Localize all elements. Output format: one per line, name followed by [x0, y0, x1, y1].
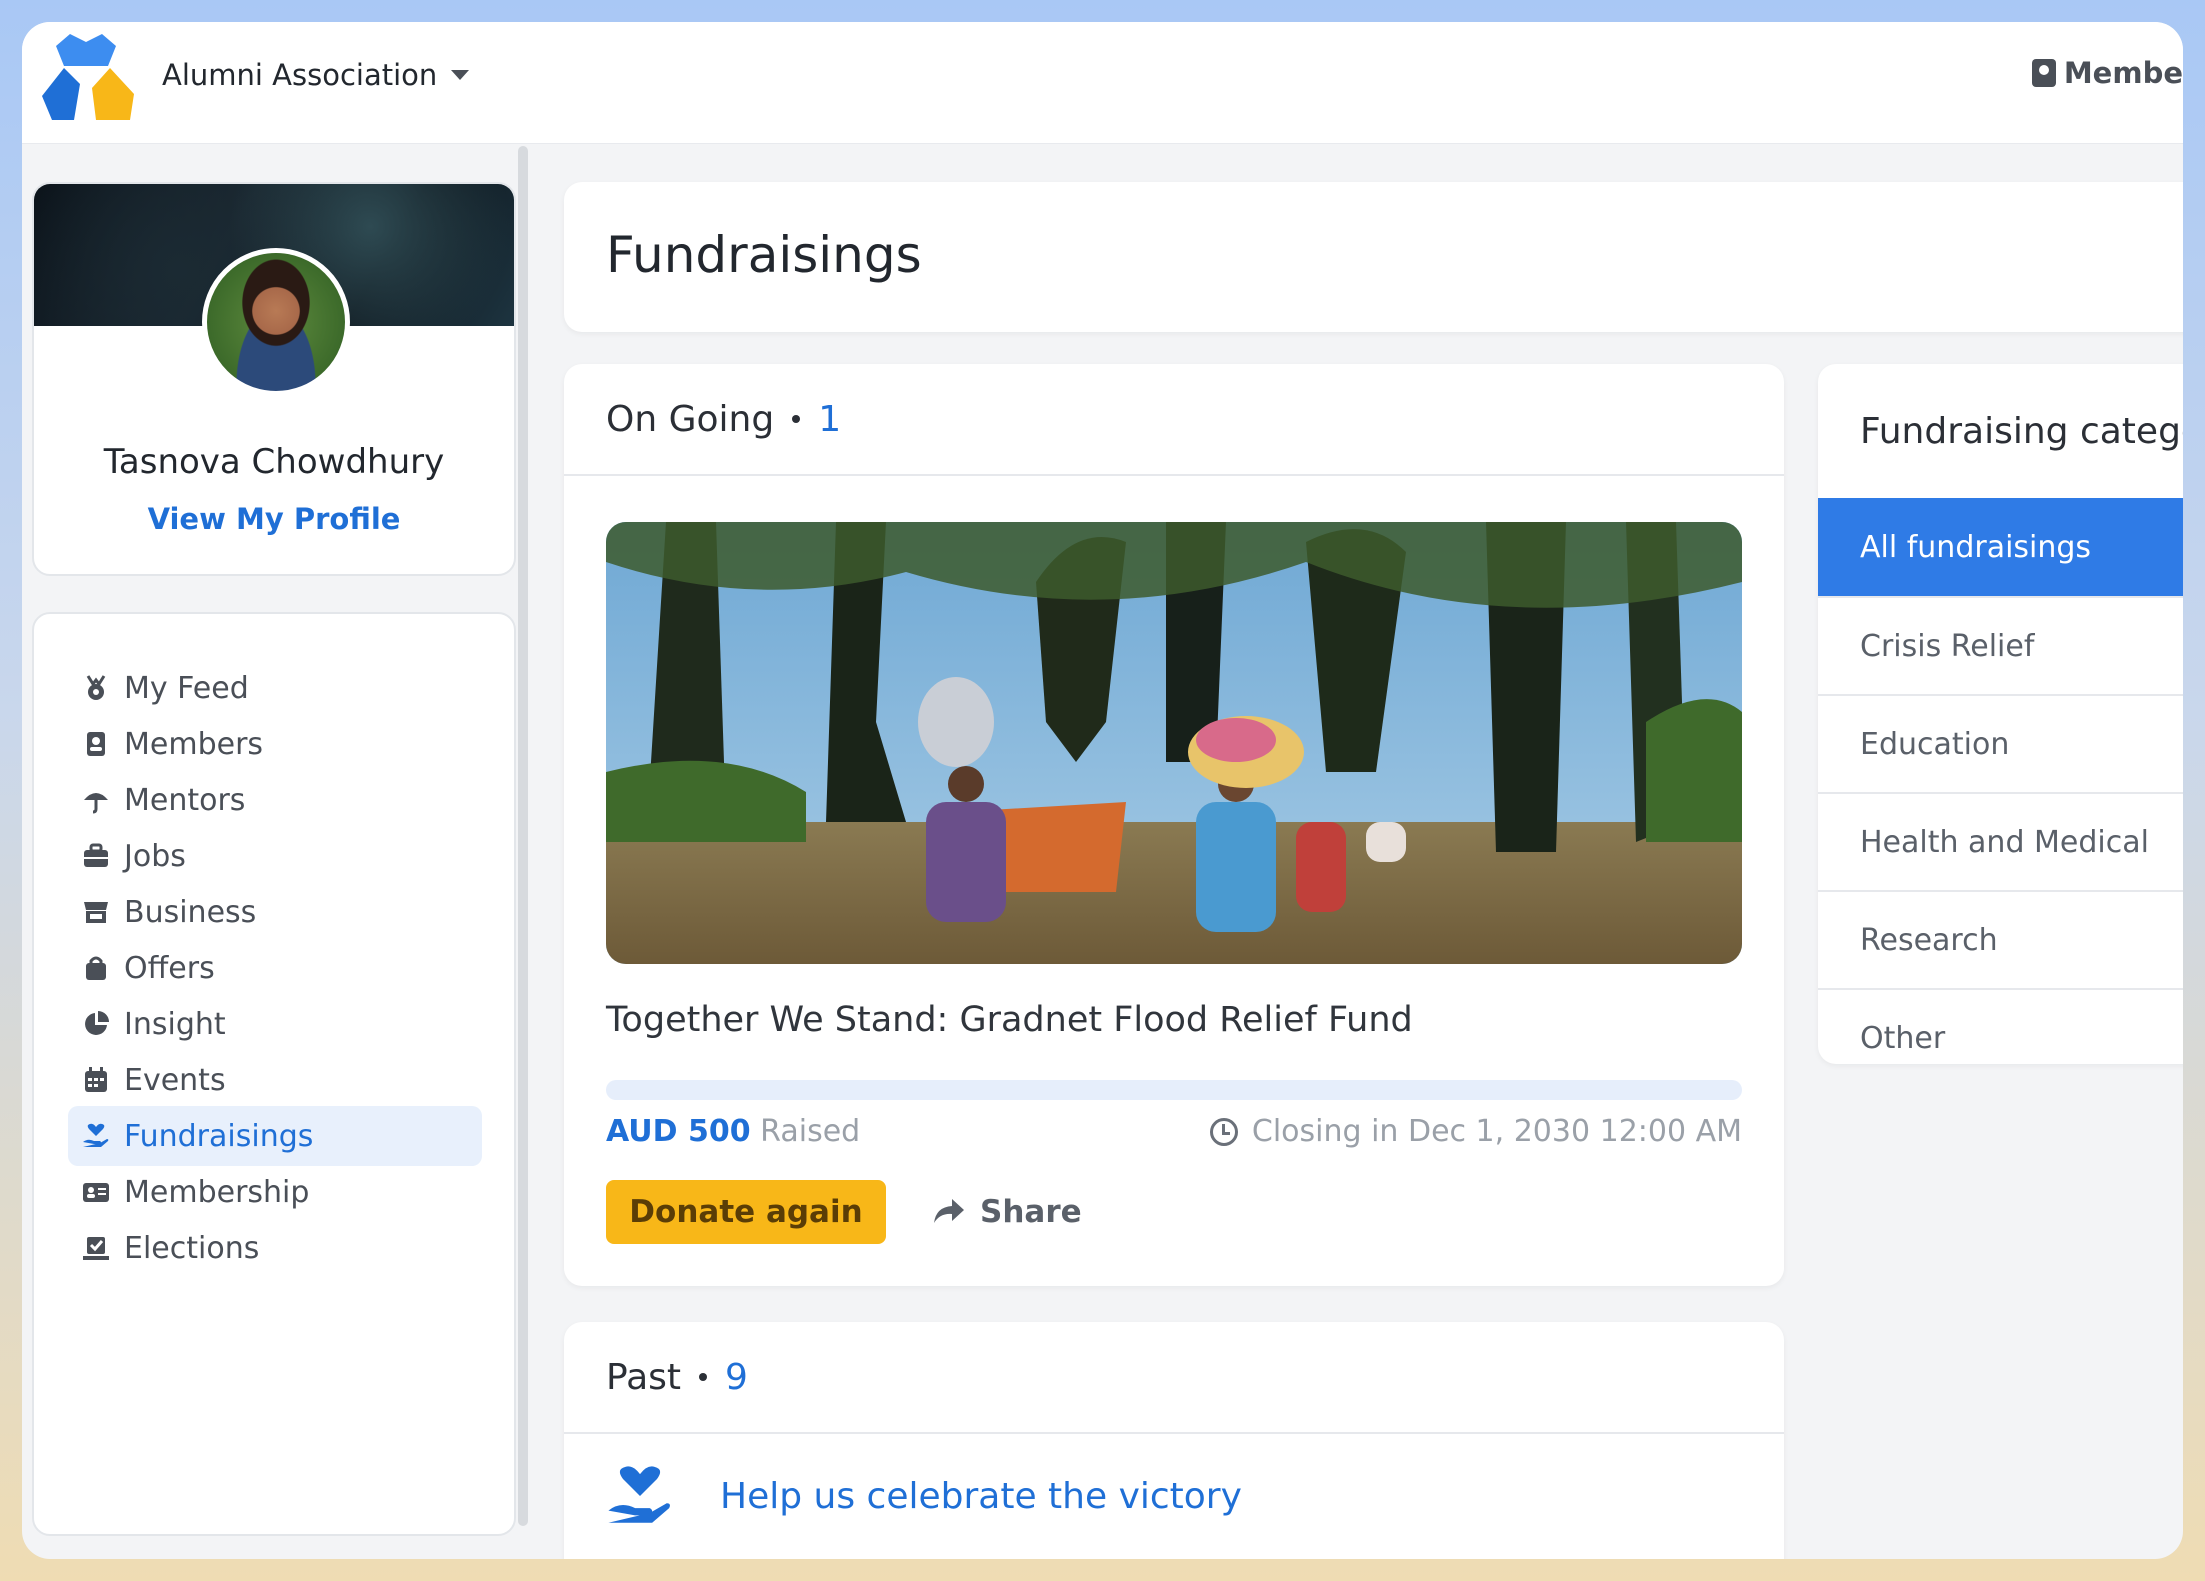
page-title: Fundraisings — [606, 226, 922, 284]
sidebar-item-label: Membership — [124, 1174, 310, 1210]
members-link[interactable]: Membe — [2031, 56, 2183, 90]
share-button[interactable]: Share — [934, 1188, 1082, 1236]
app-frame: Alumni Association Membe Tasnova Chowdhu… — [22, 22, 2183, 1559]
sidebar-item-jobs[interactable]: Jobs — [68, 826, 482, 886]
raised-amount: AUD 500 Raised — [606, 1114, 860, 1149]
calendar-icon — [82, 1066, 110, 1094]
sidebar-item-members[interactable]: Members — [68, 714, 482, 774]
list-item[interactable]: Help us celebrate the victory — [606, 1462, 1242, 1530]
closing-date: Closing in Dec 1, 2030 12:00 AM — [1209, 1114, 1742, 1149]
category-panel: Fundraising catego All fundraisings Cris… — [1818, 364, 2183, 1064]
campaign-title[interactable]: Together We Stand: Gradnet Flood Relief … — [606, 1000, 1413, 1040]
org-name: Alumni Association — [162, 58, 438, 92]
past-campaign-title[interactable]: Help us celebrate the victory — [720, 1476, 1242, 1517]
raised-label: Raised — [760, 1114, 861, 1149]
sidebar-item-membership[interactable]: Membership — [68, 1162, 482, 1222]
category-crisis-relief[interactable]: Crisis Relief — [1818, 596, 2183, 694]
sidebar-item-fundraisings[interactable]: Fundraisings — [68, 1106, 482, 1166]
id-card-icon — [82, 1178, 110, 1206]
shopping-bag-icon — [82, 954, 110, 982]
share-icon — [934, 1199, 964, 1223]
top-bar: Alumni Association Membe — [22, 22, 2183, 144]
sidebar-item-insight[interactable]: Insight — [68, 994, 482, 1054]
sidebar-item-label: Events — [124, 1062, 226, 1098]
donate-again-button[interactable]: Donate again — [606, 1180, 886, 1244]
sidebar-item-business[interactable]: Business — [68, 882, 482, 942]
hand-heart-icon — [608, 1466, 670, 1523]
sidebar-nav: My Feed Members Mentors Jobs Business Of… — [32, 612, 516, 1536]
closing-text: Closing in Dec 1, 2030 12:00 AM — [1251, 1114, 1742, 1149]
sidebar-item-label: Fundraisings — [124, 1118, 314, 1154]
category-other[interactable]: Other — [1818, 988, 2183, 1064]
ongoing-fundraisings-card: On Going 1 Together We Stand: Gradnet Fl… — [564, 364, 1784, 1286]
section-title: Past — [606, 1356, 682, 1398]
sidebar-item-label: Elections — [124, 1230, 260, 1266]
clock-icon — [1209, 1117, 1238, 1146]
sidebar-scrollbar[interactable] — [518, 146, 528, 1526]
sidebar-item-offers[interactable]: Offers — [68, 938, 482, 998]
sidebar-item-label: Members — [124, 726, 264, 762]
sidebar-item-events[interactable]: Events — [68, 1050, 482, 1110]
vote-box-icon — [82, 1234, 110, 1262]
app-logo[interactable] — [34, 28, 142, 128]
section-count: 9 — [725, 1356, 748, 1398]
store-icon — [82, 898, 110, 926]
sidebar-item-label: Insight — [124, 1006, 226, 1042]
past-fundraisings-card: Past 9 Help us celebrate the victory — [564, 1322, 1784, 1559]
pie-chart-icon — [82, 1010, 110, 1038]
umbrella-icon — [82, 786, 110, 814]
view-profile-link[interactable]: View My Profile — [34, 502, 514, 536]
category-health-medical[interactable]: Health and Medical — [1818, 792, 2183, 890]
avatar[interactable] — [202, 248, 350, 396]
briefcase-icon — [82, 842, 110, 870]
category-all-fundraisings[interactable]: All fundraisings — [1818, 498, 2183, 596]
sidebar-item-label: Business — [124, 894, 257, 930]
profile-card: Tasnova Chowdhury View My Profile — [32, 182, 516, 576]
category-research[interactable]: Research — [1818, 890, 2183, 988]
sidebar-item-label: Mentors — [124, 782, 246, 818]
chevron-down-icon — [451, 70, 470, 80]
page-header-card: Fundraisings — [564, 182, 2183, 332]
section-title: On Going — [606, 398, 775, 440]
profile-name: Tasnova Chowdhury — [103, 442, 445, 482]
medal-icon — [82, 674, 110, 702]
sidebar-item-elections[interactable]: Elections — [68, 1218, 482, 1278]
sidebar-item-label: My Feed — [124, 670, 249, 706]
contact-book-icon — [2031, 59, 2056, 87]
members-link-label: Membe — [2063, 56, 2183, 90]
section-count: 1 — [818, 398, 842, 440]
sidebar-item-mentors[interactable]: Mentors — [68, 770, 482, 830]
past-section-header: Past 9 — [564, 1322, 1784, 1434]
campaign-progress-bar — [606, 1080, 1742, 1100]
hand-heart-icon — [82, 1122, 110, 1150]
share-label: Share — [980, 1194, 1082, 1230]
raised-value: AUD 500 — [606, 1114, 751, 1149]
category-panel-title: Fundraising catego — [1860, 410, 2183, 452]
category-education[interactable]: Education — [1818, 694, 2183, 792]
campaign-image[interactable] — [606, 522, 1742, 964]
separator-dot — [699, 1373, 708, 1381]
sidebar-item-label: Jobs — [124, 838, 186, 874]
separator-dot — [792, 415, 801, 423]
contact-book-icon — [82, 730, 110, 758]
ongoing-section-header: On Going 1 — [564, 364, 1784, 476]
sidebar-item-label: Offers — [124, 950, 215, 986]
sidebar-item-my-feed[interactable]: My Feed — [68, 658, 482, 718]
org-switcher[interactable]: Alumni Association — [162, 58, 470, 92]
